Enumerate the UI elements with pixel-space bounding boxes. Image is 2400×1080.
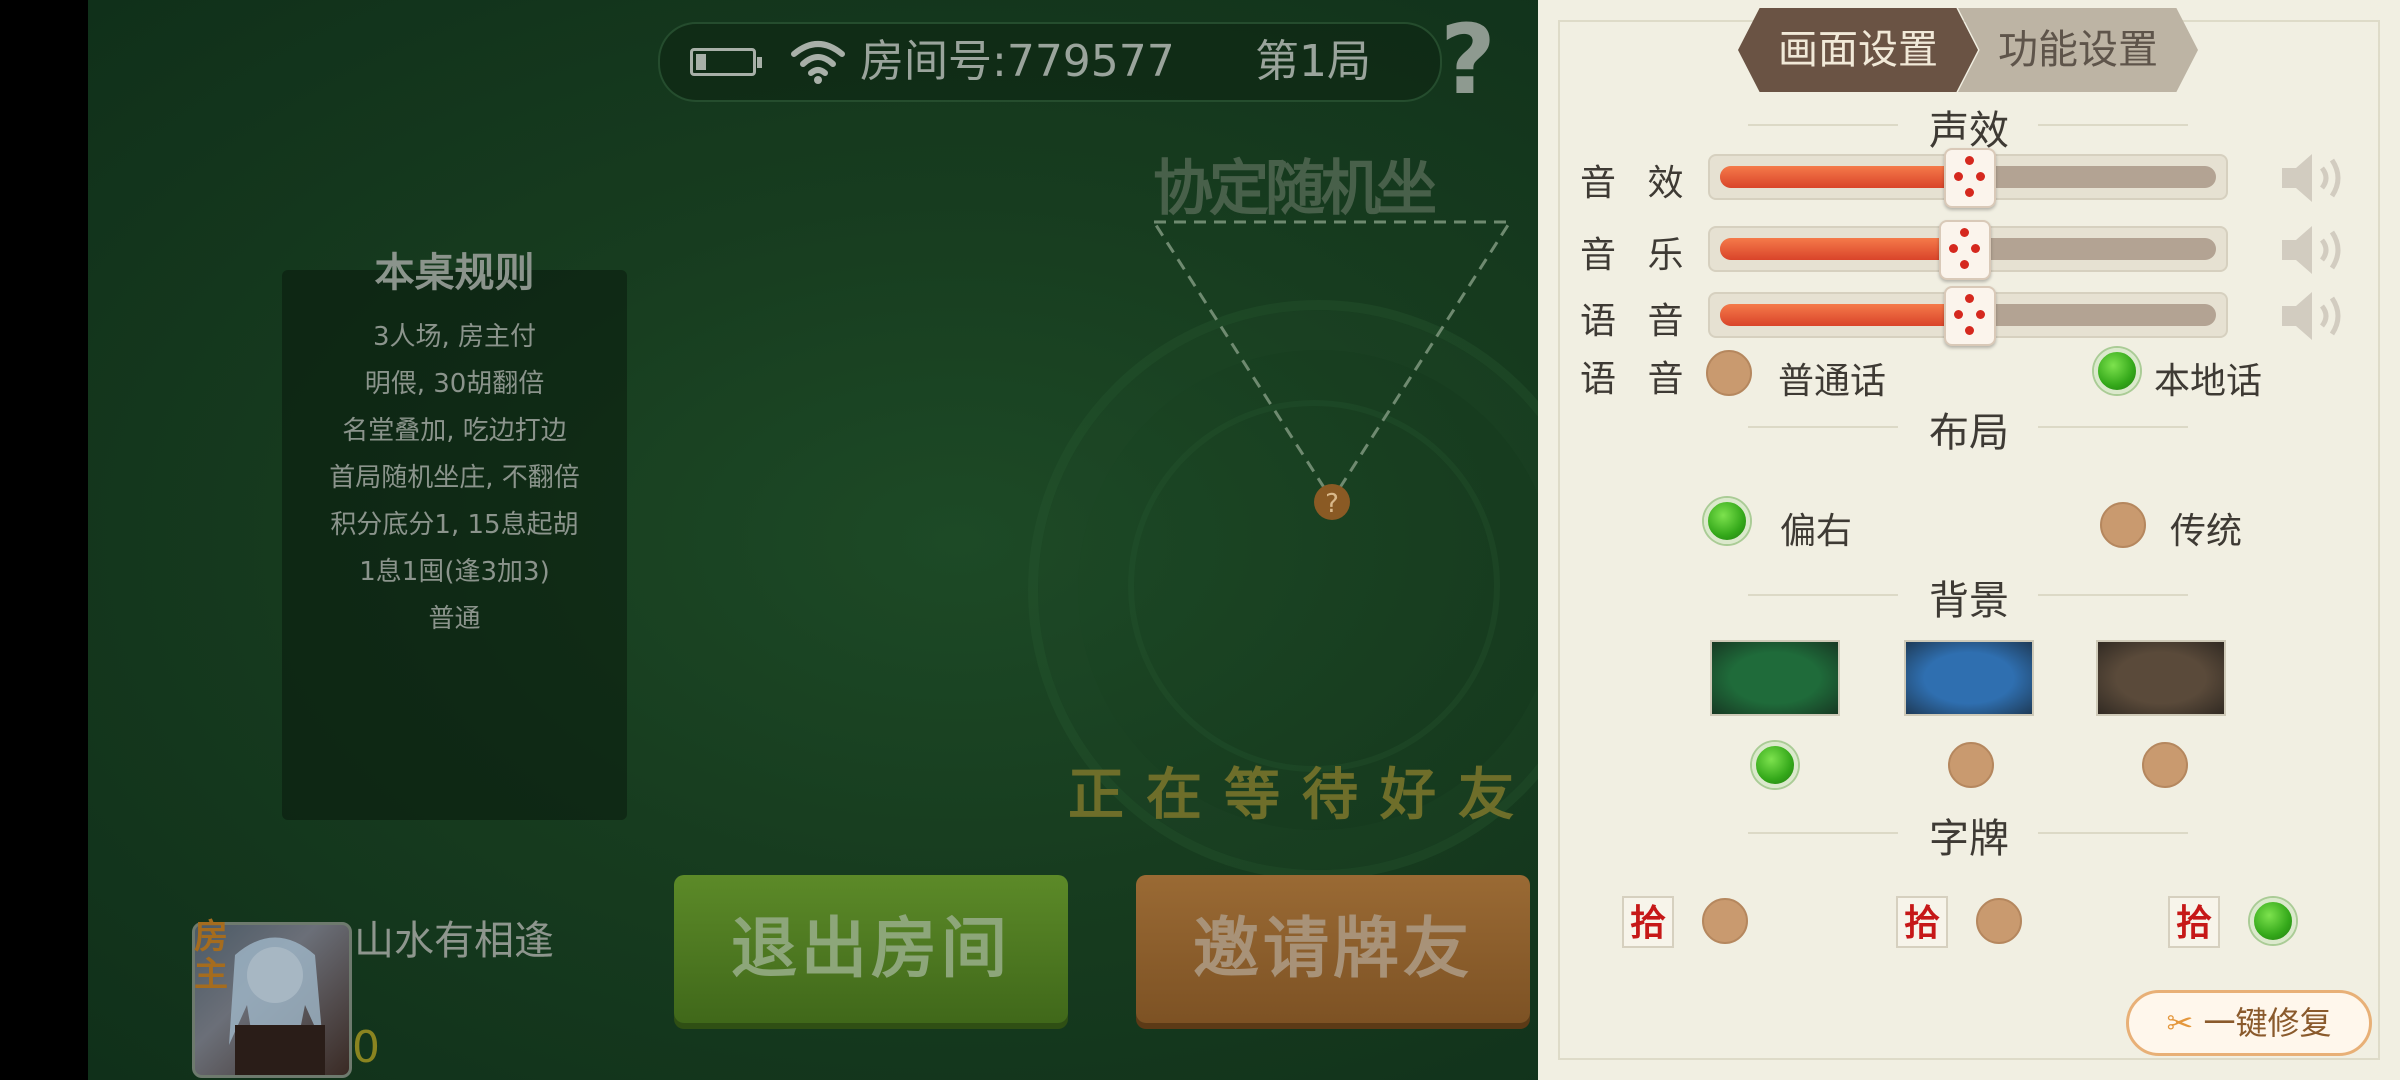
dice-knob-icon[interactable] [1939, 220, 1992, 280]
music-label: 音 乐 [1580, 235, 1694, 276]
tile-style-radio[interactable] [1976, 898, 2022, 944]
rules-line: 明偎, 30胡翻倍 [364, 369, 545, 399]
host-badge: 房主 [194, 917, 228, 995]
voice-dialect-label: 语 音 [1580, 359, 1694, 400]
one-click-repair-button[interactable]: ✂ 一键修复 [2126, 990, 2372, 1056]
rules-line: 名堂叠加, 吃边打边 [342, 416, 567, 446]
rules-line: 3人场, 房主付 [372, 322, 537, 352]
tab-display-settings[interactable]: 画面设置 [1738, 8, 1978, 92]
mandarin-radio[interactable] [1706, 350, 1752, 396]
background-radio[interactable] [1948, 742, 1994, 788]
speaker-icon[interactable] [2278, 288, 2348, 344]
room-number: 房间号:779577 [860, 36, 1175, 87]
player-name: 山水有相逢 [354, 918, 554, 964]
seat-triangle: ? [1152, 220, 1512, 520]
voice-volume-label: 语 音 [1580, 301, 1694, 342]
local-dialect-label: 本地话 [2154, 361, 2263, 402]
exit-room-button[interactable]: 退出房间 [674, 875, 1068, 1023]
sfx-slider[interactable] [1708, 148, 2228, 208]
wifi-icon [791, 41, 845, 84]
settings-panel: 功能设置 画面设置 声效 音 效 音 乐 语 音 语 音 普通话 本地话 布局 … [1538, 0, 2400, 1080]
mandarin-label: 普通话 [1778, 361, 1887, 402]
speaker-icon[interactable] [2278, 150, 2348, 206]
rules-line: 积分底分1, 15息起胡 [330, 510, 579, 540]
repair-label: 一键修复 [2203, 1004, 2332, 1042]
background-radio[interactable] [2142, 742, 2188, 788]
room-info-bar: 房间号:779577 第1局 [658, 22, 1442, 102]
dice-knob-icon[interactable] [1944, 148, 1996, 208]
layout-traditional-radio[interactable] [2100, 502, 2146, 548]
waiting-text: 正在等待好友... [1068, 763, 1538, 828]
background-green-thumb[interactable] [1710, 640, 1840, 716]
layout-traditional-label: 传统 [2170, 511, 2243, 552]
rules-line: 普通 [428, 604, 481, 634]
background-brown-thumb[interactable] [2096, 640, 2226, 716]
tile-section-title: 字牌 [1929, 816, 2009, 862]
music-slider[interactable] [1708, 220, 2228, 280]
rules-title: 本桌规则 [374, 250, 535, 296]
background-section-title: 背景 [1929, 578, 2009, 624]
rules-line: 1息1囤(逢3加3) [359, 557, 550, 587]
battery-icon [690, 48, 762, 76]
seat-title: 协定随机坐 [1153, 154, 1437, 224]
local-dialect-radio[interactable] [2094, 348, 2140, 394]
background-radio[interactable] [1752, 742, 1798, 788]
player-score: 0 [352, 1022, 380, 1073]
layout-right-label: 偏右 [1780, 511, 1853, 552]
tile-style-preview: 拾 [2168, 896, 2220, 948]
repair-tools-icon: ✂ [2166, 1004, 2194, 1042]
tile-style-preview: 拾 [1896, 896, 1948, 948]
tile-style-radio[interactable] [2250, 898, 2296, 944]
rules-line: 首局随机坐庄, 不翻倍 [329, 463, 580, 493]
invite-friend-button[interactable]: 邀请牌友 [1136, 875, 1530, 1023]
tile-style-preview: 拾 [1622, 896, 1674, 948]
tile-style-radio[interactable] [1702, 898, 1748, 944]
round-number: 第1局 [1255, 36, 1371, 87]
speaker-icon[interactable] [2278, 222, 2348, 278]
game-table: 房间号:779577 第1局 ? 协定随机坐 ? 本桌规则 3人场, 房主付 明… [88, 0, 1538, 1080]
rules-panel: 本桌规则 3人场, 房主付 明偎, 30胡翻倍 名堂叠加, 吃边打边 首局随机坐… [282, 250, 627, 820]
layout-right-radio[interactable] [1704, 498, 1750, 544]
dice-knob-icon[interactable] [1944, 286, 1996, 346]
settings-tabs: 功能设置 画面设置 [1738, 8, 2198, 92]
layout-section-title: 布局 [1929, 410, 2009, 456]
sfx-label: 音 效 [1580, 163, 1694, 204]
svg-text:?: ? [1325, 489, 1339, 519]
help-icon[interactable]: ? [1428, 10, 1508, 110]
background-blue-thumb[interactable] [1904, 640, 2034, 716]
tab-function-settings[interactable]: 功能设置 [1958, 8, 2198, 92]
voice-slider[interactable] [1708, 286, 2228, 346]
